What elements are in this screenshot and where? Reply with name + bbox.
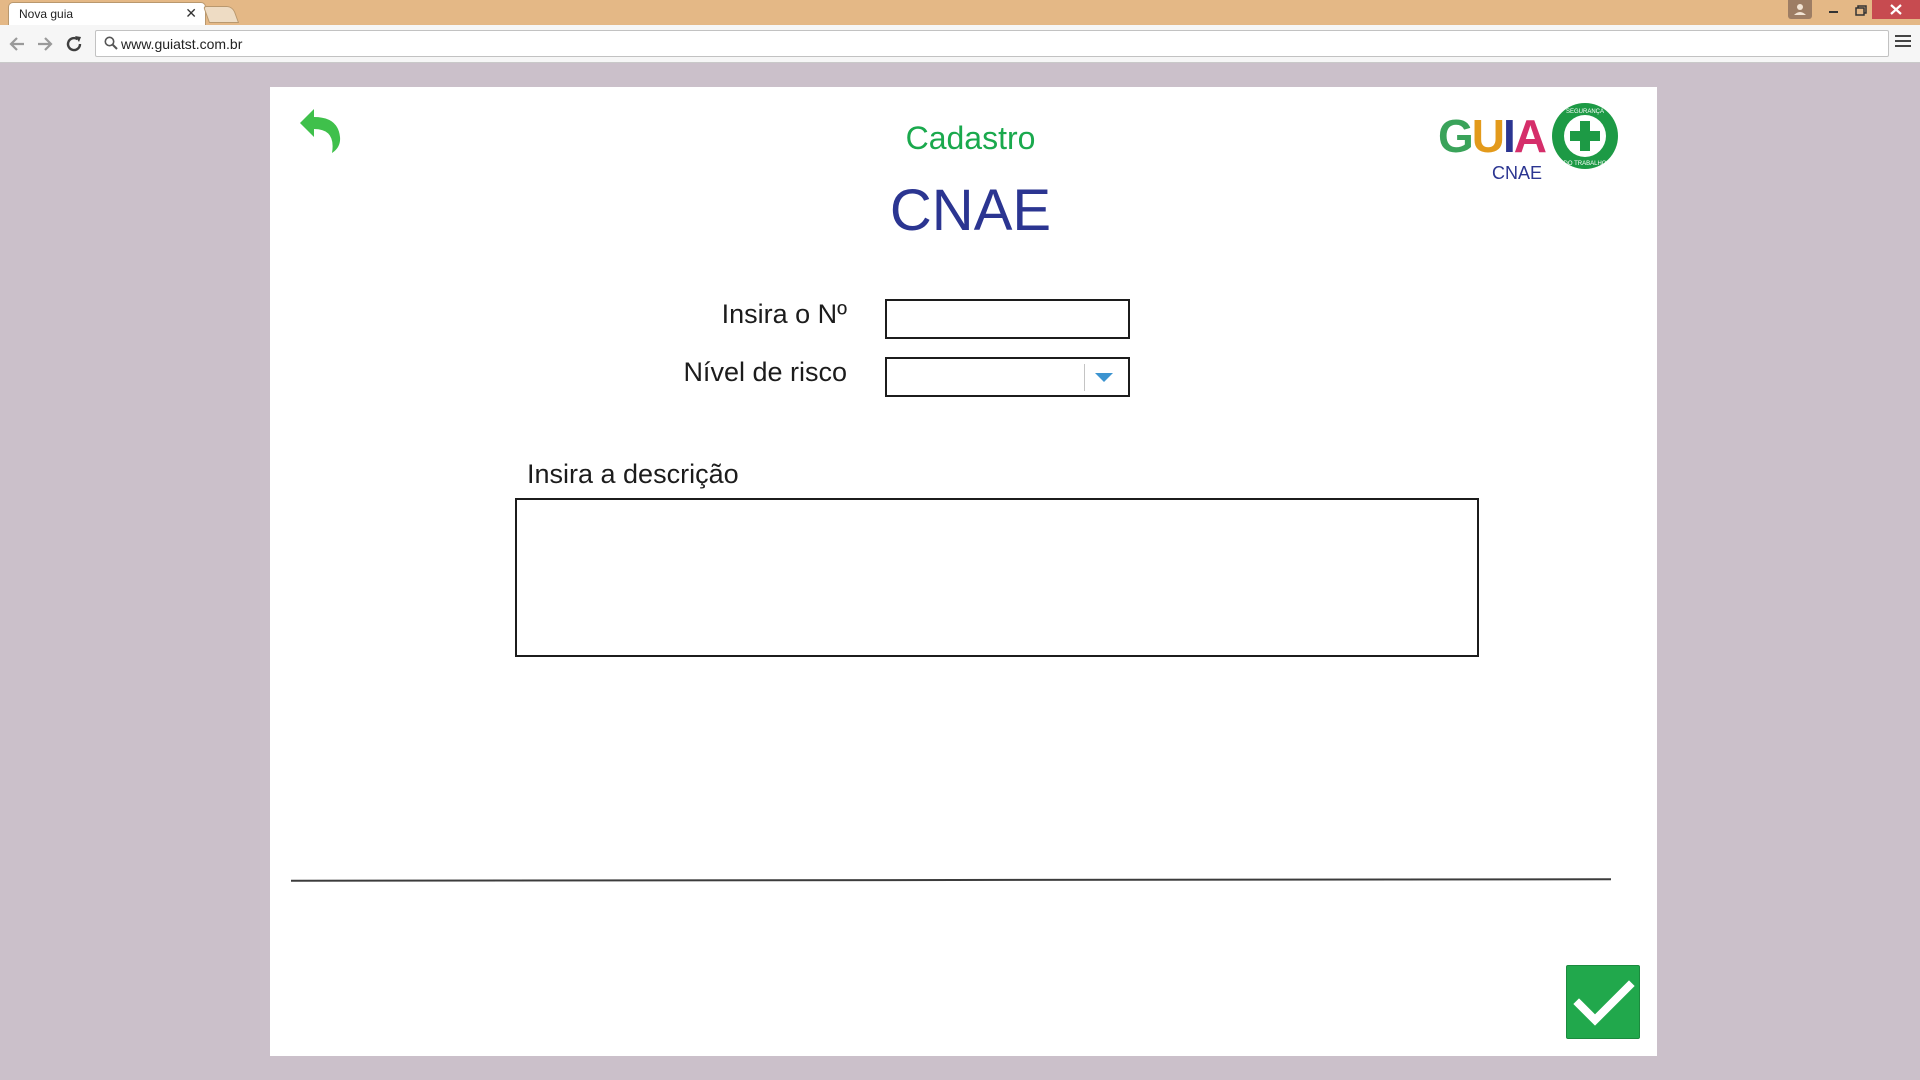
select-divider bbox=[1084, 364, 1085, 391]
new-tab-button[interactable] bbox=[202, 6, 240, 23]
logo-subtitle: CNAE bbox=[1492, 163, 1543, 183]
profile-icon[interactable] bbox=[1788, 0, 1812, 19]
minimize-icon[interactable] bbox=[1818, 0, 1848, 19]
browser-titlebar: Nova guia ✕ bbox=[0, 0, 1920, 27]
svg-text:SEGURANÇA: SEGURANÇA bbox=[1566, 109, 1604, 115]
search-icon bbox=[104, 36, 118, 50]
checkmark-icon bbox=[1573, 980, 1635, 1026]
risk-level-label: Nível de risco bbox=[683, 357, 847, 387]
back-icon[interactable] bbox=[6, 33, 28, 55]
divider bbox=[290, 878, 1612, 882]
number-input[interactable] bbox=[885, 299, 1130, 339]
svg-text:DO TRABALHO: DO TRABALHO bbox=[1564, 161, 1607, 167]
reload-icon[interactable] bbox=[63, 33, 85, 55]
browser-toolbar: www.guiatst.com.br bbox=[0, 25, 1920, 63]
guia-cnae-logo: GUIA CNAE SEGURANÇA DO TRABALHO bbox=[1438, 101, 1623, 183]
risk-level-select[interactable] bbox=[885, 357, 1130, 397]
description-textarea[interactable] bbox=[515, 498, 1479, 657]
menu-icon[interactable] bbox=[1895, 35, 1911, 51]
confirm-button[interactable] bbox=[1566, 965, 1640, 1039]
browser-tab[interactable]: Nova guia ✕ bbox=[8, 2, 206, 27]
tab-title: Nova guia bbox=[19, 7, 74, 21]
number-label: Insira o Nº bbox=[721, 299, 847, 329]
address-bar[interactable]: www.guiatst.com.br bbox=[95, 30, 1889, 57]
tab-close-icon[interactable]: ✕ bbox=[185, 5, 197, 22]
forward-icon[interactable] bbox=[34, 33, 56, 55]
chevron-down-icon[interactable] bbox=[1095, 373, 1113, 382]
page-title: CNAE bbox=[889, 178, 1052, 243]
page-card: Cadastro CNAE GUIA CNAE SEGURANÇA DO TRA… bbox=[270, 87, 1657, 1056]
logo-wordmark: GUIA bbox=[1438, 110, 1547, 162]
description-label: Insira a descrição bbox=[527, 459, 739, 489]
address-url: www.guiatst.com.br bbox=[121, 36, 243, 52]
safety-cross-icon: SEGURANÇA DO TRABALHO bbox=[1552, 103, 1618, 169]
close-window-icon[interactable] bbox=[1872, 0, 1920, 19]
